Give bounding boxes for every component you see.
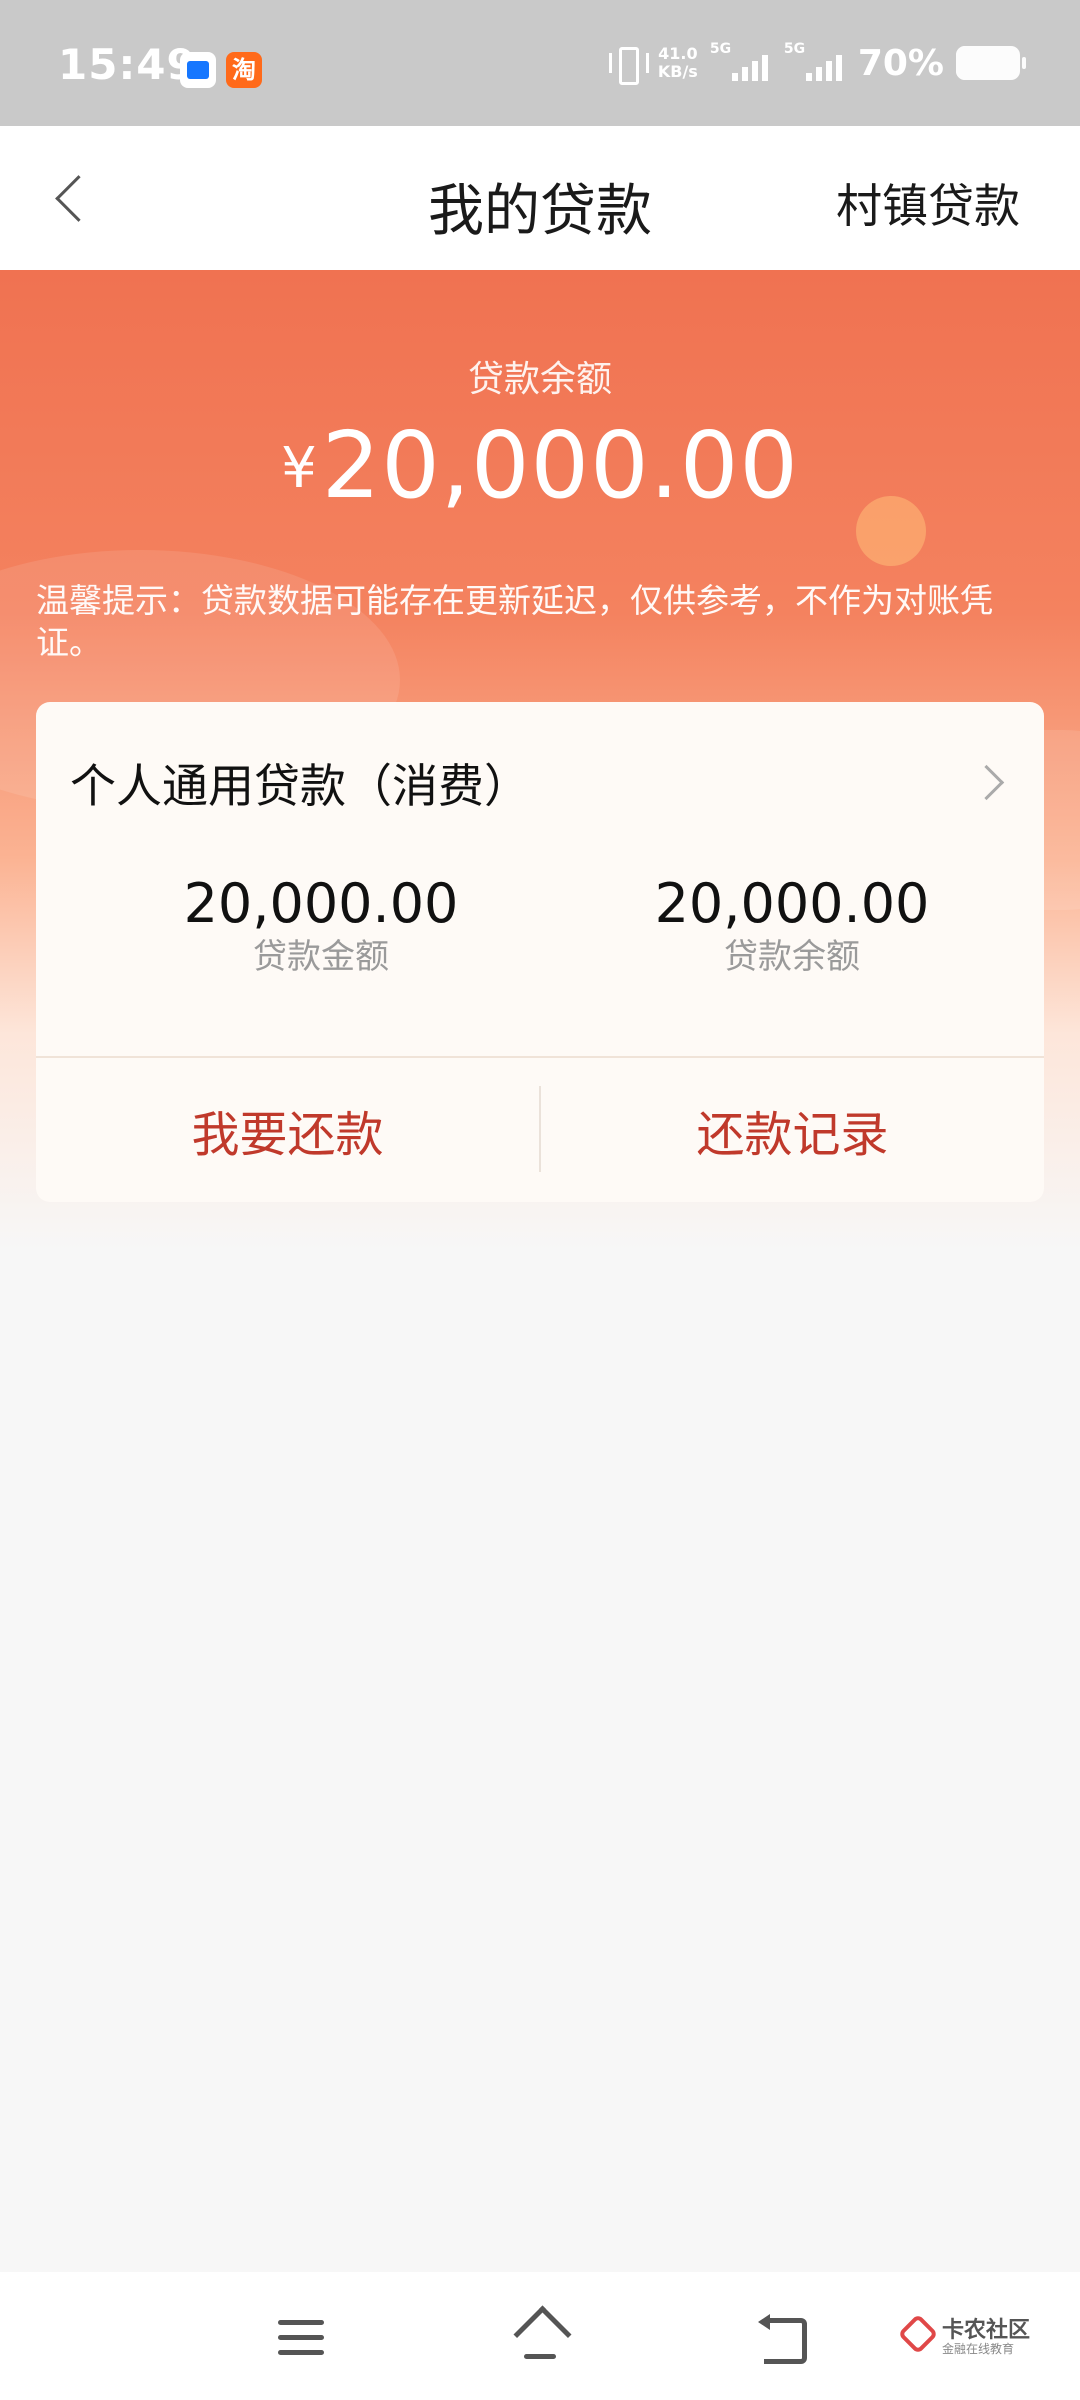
loan-amount-value: 20,000.00 <box>183 872 459 935</box>
notice-text: 温馨提示：贷款数据可能存在更新延迟，仅供参考，不作为对账凭证。 <box>36 581 993 662</box>
battery-icon <box>956 46 1026 80</box>
app-header: 我的贷款 村镇贷款 <box>0 126 1080 270</box>
loan-balance-label: 贷款余额 <box>724 937 860 977</box>
system-nav-bar: 卡农社区 金融在线教育 <box>0 2272 1080 2400</box>
signal-label: 5G <box>783 41 806 57</box>
loan-card: 个人通用贷款（消费） 20,000.00 贷款金额 20,000.00 贷款余额… <box>36 702 1044 1202</box>
repay-button[interactable]: 我要还款 <box>36 1058 539 1202</box>
watermark-subtitle: 金融在线教育 <box>942 2342 1015 2356</box>
menu-icon[interactable] <box>278 2320 324 2356</box>
balance-value: 20,000.00 <box>321 412 799 519</box>
loan-balance-value: 20,000.00 <box>654 872 930 935</box>
status-indicators: 41.0 KB/s 5G 5G 70% <box>606 38 1026 88</box>
vibrate-icon <box>606 43 649 85</box>
alipay-icon <box>180 52 216 88</box>
status-bar: 15:49 淘 41.0 KB/s 5G 5G 70% <box>0 0 1080 126</box>
network-speed-unit: KB/s <box>657 62 698 81</box>
chevron-right-icon[interactable] <box>974 766 1004 796</box>
repayment-records-button[interactable]: 还款记录 <box>541 1058 1044 1202</box>
network-speed-value: 41.0 <box>658 44 698 63</box>
balance-amount: ¥20,000.00 <box>0 412 1080 519</box>
signal-icon: 5G <box>709 41 772 83</box>
balance-label: 贷款余额 <box>467 359 612 400</box>
loan-amount-label: 贷款金额 <box>253 937 389 977</box>
loan-product-title[interactable]: 个人通用贷款（消费） <box>70 750 530 816</box>
loan-balance-stat: 20,000.00 贷款余额 <box>602 872 982 978</box>
watermark: 卡农社区 金融在线教育 <box>897 2312 1050 2366</box>
back-icon[interactable] <box>758 2312 807 2364</box>
network-speed: 41.0 KB/s <box>658 45 698 81</box>
status-time: 15:49 <box>58 40 197 89</box>
loan-amount-stat: 20,000.00 贷款金额 <box>131 872 511 978</box>
watermark-logo-icon <box>897 2313 939 2355</box>
village-bank-loan-link[interactable]: 村镇贷款 <box>836 170 1020 236</box>
home-icon[interactable] <box>510 2308 570 2362</box>
signal-icon: 5G <box>783 41 846 83</box>
signal-label: 5G <box>709 41 732 57</box>
balance-hero: 贷款余额 ¥20,000.00 温馨提示：贷款数据可能存在更新延迟，仅供参考，不… <box>0 270 1080 1250</box>
currency-symbol: ¥ <box>281 436 318 501</box>
taobao-icon: 淘 <box>226 52 262 88</box>
battery-percent: 70% <box>857 42 944 84</box>
